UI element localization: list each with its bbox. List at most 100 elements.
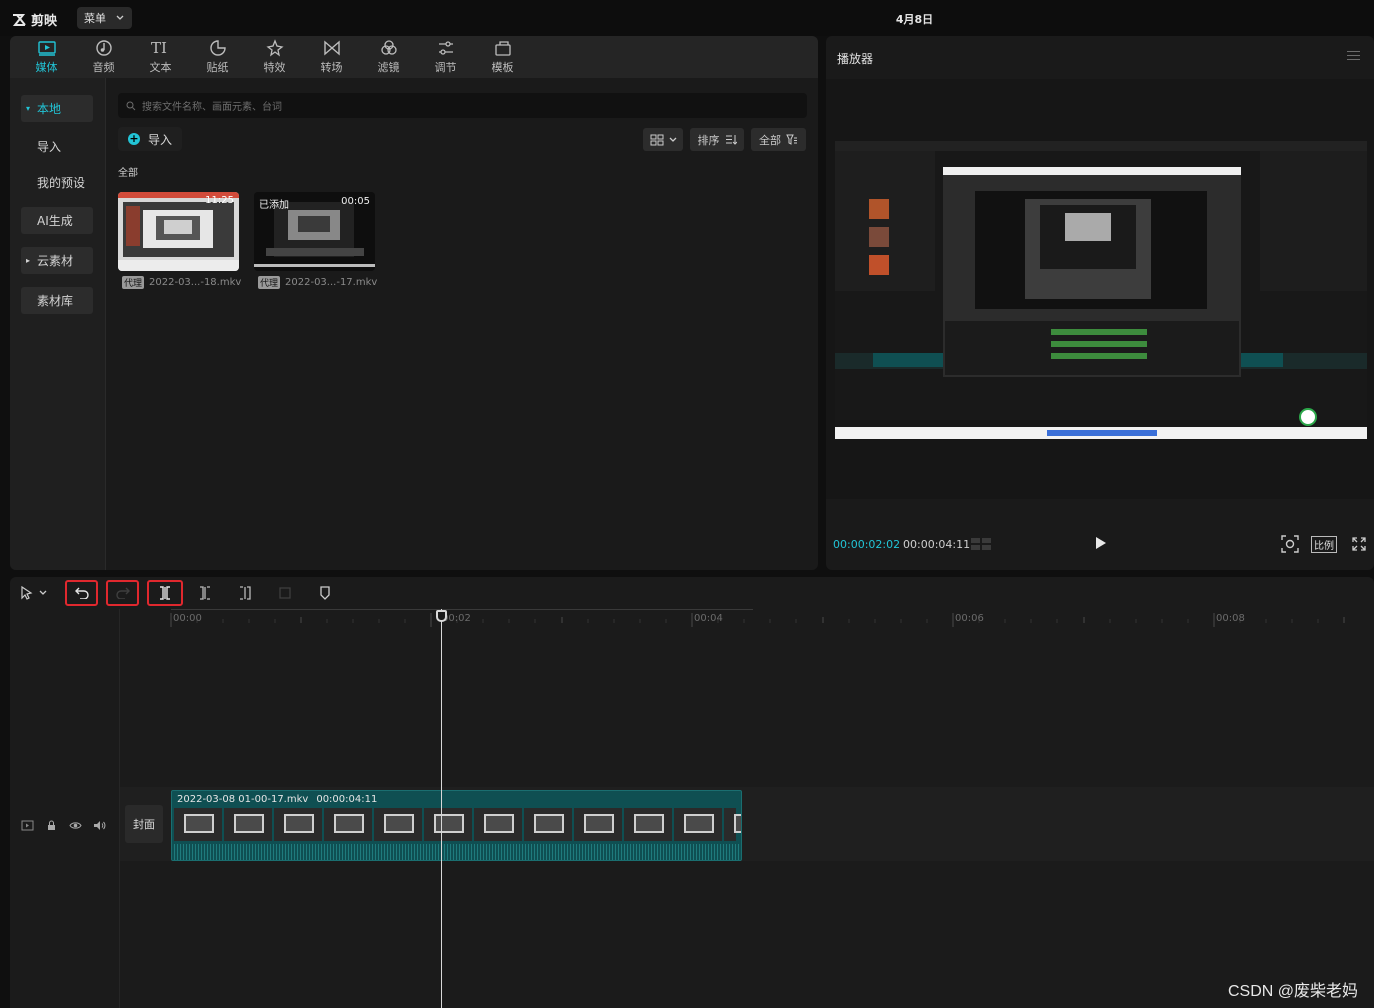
clip-frame xyxy=(524,808,572,841)
preview-frame-image xyxy=(835,141,1367,439)
watermark-text: CSDN @废柴老妈 xyxy=(1227,983,1358,1000)
ruler-label: 00:06 xyxy=(955,613,984,624)
import-button-label: 导入 xyxy=(148,132,173,147)
filter-button[interactable]: 全部 xyxy=(751,128,806,151)
media-panel: 媒体 音频 TI 文本 贴纸 特效 转场 滤镜 调节 模板 ▾ 本地 导入 我的… xyxy=(10,36,818,570)
video-clip[interactable]: 2022-03-08 01-00-17.mkv 00:00:04:11 xyxy=(171,790,742,861)
marker-icon xyxy=(320,586,330,600)
search-placeholder: 搜索文件名称、画面元素、台词 xyxy=(142,102,282,113)
current-timecode: 00:00:02:02 xyxy=(833,538,901,551)
section-label: 全部 xyxy=(118,168,138,179)
tab-label: 文本 xyxy=(149,61,172,74)
sidebar-item-local[interactable]: ▾ 本地 xyxy=(21,95,93,122)
media-item-meta: 代理 2022-03...-18.mkv xyxy=(122,276,241,289)
clip-frame xyxy=(724,808,741,841)
sticker-icon xyxy=(209,40,226,56)
tab-effects[interactable]: 特效 xyxy=(246,36,303,78)
search-input[interactable]: 搜索文件名称、画面元素、台词 xyxy=(118,93,807,118)
ruler-label: 00:08 xyxy=(1216,613,1245,624)
tab-label: 贴纸 xyxy=(206,61,229,74)
undo-button[interactable] xyxy=(65,580,98,606)
sidebar-item-label: 导入 xyxy=(37,140,62,154)
sidebar-item-library[interactable]: 素材库 xyxy=(21,287,93,314)
clip-frame xyxy=(624,808,672,841)
sidebar-item-import[interactable]: 导入 xyxy=(21,133,93,160)
proxy-badge: 代理 xyxy=(258,276,281,289)
playhead-line[interactable] xyxy=(441,609,442,1008)
clip-duration: 00:00:04:11 xyxy=(316,793,378,805)
media-sidebar: ▾ 本地 导入 我的预设 AI生成 ▸ 云素材 素材库 xyxy=(10,78,106,570)
split-button[interactable] xyxy=(147,580,183,606)
sidebar-item-label: 我的预设 xyxy=(37,176,86,190)
sort-button[interactable]: 排序 xyxy=(690,128,744,151)
sidebar-item-label: 本地 xyxy=(37,102,62,116)
media-item-thumbnail[interactable]: 11:25 xyxy=(118,192,239,271)
timeline-toolbar xyxy=(10,577,1374,609)
trim-right-button[interactable] xyxy=(230,580,260,606)
clip-frame xyxy=(324,808,372,841)
delete-button[interactable] xyxy=(270,580,300,606)
sidebar-item-presets[interactable]: 我的预设 xyxy=(21,169,93,196)
media-filename: 2022-03...-17.mkv xyxy=(285,277,378,288)
tab-filter[interactable]: 滤镜 xyxy=(360,36,417,78)
clip-frame xyxy=(424,808,472,841)
text-icon: TI xyxy=(151,39,167,57)
playhead-handle[interactable] xyxy=(436,610,447,622)
tab-label: 媒体 xyxy=(35,61,58,74)
import-button[interactable]: + 导入 xyxy=(118,127,183,151)
track-controls xyxy=(21,820,106,831)
view-mode-button[interactable] xyxy=(643,128,683,151)
hamburger-menu-icon[interactable] xyxy=(1347,51,1360,63)
speaker-icon[interactable] xyxy=(93,820,106,831)
tab-text[interactable]: TI 文本 xyxy=(132,36,189,78)
ratio-button[interactable]: 比例 xyxy=(1311,536,1337,553)
player-preview xyxy=(835,141,1367,439)
tab-template[interactable]: 模板 xyxy=(474,36,531,78)
tab-transition[interactable]: 转场 xyxy=(303,36,360,78)
tab-sticker[interactable]: 贴纸 xyxy=(189,36,246,78)
track-header-column xyxy=(10,609,120,1008)
tab-label: 模板 xyxy=(491,61,514,74)
player-panel: 播放器 00:00:02:02 00:00:04:11 比例 xyxy=(826,36,1374,570)
marker-button[interactable] xyxy=(310,580,340,606)
waveform-toggle-icon[interactable] xyxy=(970,537,992,551)
clip-frame xyxy=(174,808,222,841)
tab-adjust[interactable]: 调节 xyxy=(417,36,474,78)
cover-button[interactable]: 封面 xyxy=(125,805,163,843)
fullscreen-icon[interactable] xyxy=(1352,537,1366,551)
play-icon[interactable] xyxy=(1096,537,1106,549)
sort-button-label: 排序 xyxy=(697,133,720,147)
split-icon xyxy=(160,586,170,600)
tab-label: 滤镜 xyxy=(377,61,400,74)
clip-name: 2022-03-08 01-00-17.mkv xyxy=(177,793,309,805)
sidebar-item-label: AI生成 xyxy=(37,214,73,228)
fullscreen-crop-icon[interactable] xyxy=(1281,535,1299,553)
tab-label: 转场 xyxy=(320,61,343,74)
media-duration: 00:05 xyxy=(341,196,370,207)
sidebar-item-label: 素材库 xyxy=(37,294,74,308)
clip-frame xyxy=(674,808,722,841)
redo-button[interactable] xyxy=(106,580,139,606)
sidebar-item-ai[interactable]: AI生成 xyxy=(21,207,93,234)
caret-down-icon: ▾ xyxy=(26,104,31,113)
adjust-icon xyxy=(438,41,453,55)
tab-audio[interactable]: 音频 xyxy=(75,36,132,78)
tab-media[interactable]: 媒体 xyxy=(18,36,75,78)
media-item-thumbnail[interactable]: 已添加 00:05 xyxy=(254,192,375,271)
caret-right-icon: ▸ xyxy=(26,256,31,265)
timeline-ruler[interactable]: 00:00 00:02 00:04 00:06 00:08 xyxy=(120,609,1374,637)
trim-left-button[interactable] xyxy=(190,580,220,606)
eye-icon[interactable] xyxy=(69,820,82,831)
clip-frame xyxy=(574,808,622,841)
select-tool-dropdown[interactable] xyxy=(35,580,51,606)
sort-icon xyxy=(725,135,737,145)
tab-label: 音频 xyxy=(92,61,115,74)
clip-frame xyxy=(224,808,272,841)
media-tabbar: 媒体 音频 TI 文本 贴纸 特效 转场 滤镜 调节 模板 xyxy=(10,36,818,78)
title-bar: 剪映 菜单 4月8日 xyxy=(0,0,1374,36)
player-controls: 00:00:02:02 00:00:04:11 比例 xyxy=(826,529,1374,559)
lock-icon[interactable] xyxy=(45,820,58,831)
track-video-icon[interactable] xyxy=(21,820,34,831)
sidebar-item-cloud[interactable]: ▸ 云素材 xyxy=(21,247,93,274)
tab-label: 特效 xyxy=(263,61,286,74)
